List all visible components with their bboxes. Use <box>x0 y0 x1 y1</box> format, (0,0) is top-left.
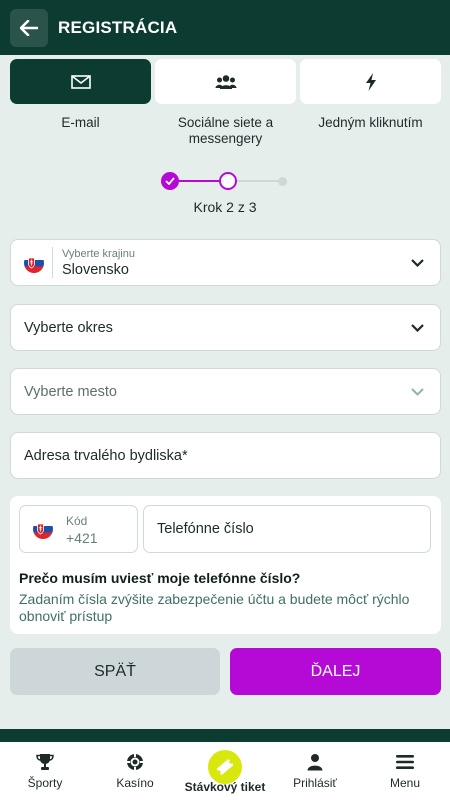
nav-label-sports: Športy <box>27 776 63 790</box>
back-step-button[interactable]: SPÄŤ <box>10 648 220 695</box>
code-label: Kód <box>66 514 88 528</box>
page-title: REGISTRÁCIA <box>58 17 178 37</box>
step-1-completed <box>161 172 179 190</box>
tab-email[interactable]: E-mail <box>10 59 151 147</box>
phone-section: Kód +421 Telefónne číslo Prečo musím uvi… <box>10 496 441 634</box>
tab-social[interactable]: Sociálne siete a messengery <box>155 59 296 147</box>
lightning-icon <box>365 72 376 91</box>
code-value: +421 <box>66 530 98 546</box>
district-select[interactable]: Vyberte okres <box>10 304 441 351</box>
step-label: Krok 2 z 3 <box>193 199 257 215</box>
bottom-navigation: Športy Kasíno Stávkový tiket Prihlásiť M… <box>0 742 450 800</box>
district-placeholder: Vyberte okres <box>24 319 113 336</box>
bottom-divider <box>0 729 450 743</box>
tab-one-click[interactable]: Jedným kliknutím <box>300 59 441 147</box>
checkmark-icon <box>165 177 175 185</box>
nav-item-casino[interactable]: Kasíno <box>90 742 180 800</box>
envelope-icon <box>70 74 91 89</box>
country-select[interactable]: Vyberte krajinu Slovensko <box>10 239 441 286</box>
country-code-select[interactable]: Kód +421 <box>19 505 138 553</box>
nav-label-casino: Kasíno <box>116 776 154 790</box>
tab-one-click-tile[interactable] <box>300 59 441 104</box>
tab-one-click-label: Jedným kliknutím <box>318 115 423 130</box>
casino-chip-icon <box>126 752 144 772</box>
hamburger-menu-icon <box>396 752 414 772</box>
city-placeholder: Vyberte mesto <box>24 383 117 400</box>
chevron-down-icon <box>411 387 424 396</box>
city-select[interactable]: Vyberte mesto <box>10 368 441 415</box>
nav-item-menu[interactable]: Menu <box>360 742 450 800</box>
phone-placeholder: Telefónne číslo <box>157 521 254 537</box>
tab-social-label: Sociálne siete a messengery <box>177 115 274 146</box>
slovakia-flag-icon <box>33 519 53 539</box>
user-icon <box>307 752 323 772</box>
nav-label-login: Prihlásiť <box>293 776 337 790</box>
phone-why-title: Prečo musím uviesť moje telefónne číslo? <box>19 570 301 586</box>
chevron-down-icon <box>411 323 424 332</box>
nav-item-login[interactable]: Prihlásiť <box>270 742 360 800</box>
users-icon <box>215 74 236 89</box>
progress-stepper <box>161 172 291 192</box>
country-sublabel: Vyberte krajinu <box>62 247 135 260</box>
country-divider <box>52 247 53 278</box>
tab-social-tile[interactable] <box>155 59 296 104</box>
chevron-down-icon <box>411 258 424 267</box>
trophy-icon <box>36 752 54 772</box>
next-step-button[interactable]: ĎALEJ <box>230 648 441 695</box>
nav-label-menu: Menu <box>389 776 421 790</box>
address-input[interactable]: Adresa trvalého bydliska* <box>10 432 441 479</box>
app-header: REGISTRÁCIA <box>0 0 450 55</box>
phone-why-text: Zadaním čísla zvýšite zabezpečenie účtu … <box>19 591 410 624</box>
country-text: Vyberte krajinu Slovensko <box>62 248 135 278</box>
ticket-icon <box>208 750 242 784</box>
step-2-current <box>219 172 237 190</box>
phone-number-input[interactable]: Telefónne číslo <box>143 505 431 553</box>
back-button[interactable] <box>10 8 48 47</box>
slovakia-flag-icon <box>24 252 44 273</box>
nav-item-sports[interactable]: Športy <box>0 742 90 800</box>
country-value: Slovensko <box>62 261 129 278</box>
tab-email-tile[interactable] <box>10 59 151 104</box>
address-placeholder: Adresa trvalého bydliska* <box>24 447 188 464</box>
arrow-left-icon <box>20 19 38 36</box>
nav-item-bet-slip[interactable]: Stávkový tiket <box>180 742 270 800</box>
step-3-pending <box>278 177 287 186</box>
registration-method-tabs: E-mail Sociálne siete a messengery Jedný… <box>10 59 441 147</box>
tab-email-label: E-mail <box>61 115 100 130</box>
